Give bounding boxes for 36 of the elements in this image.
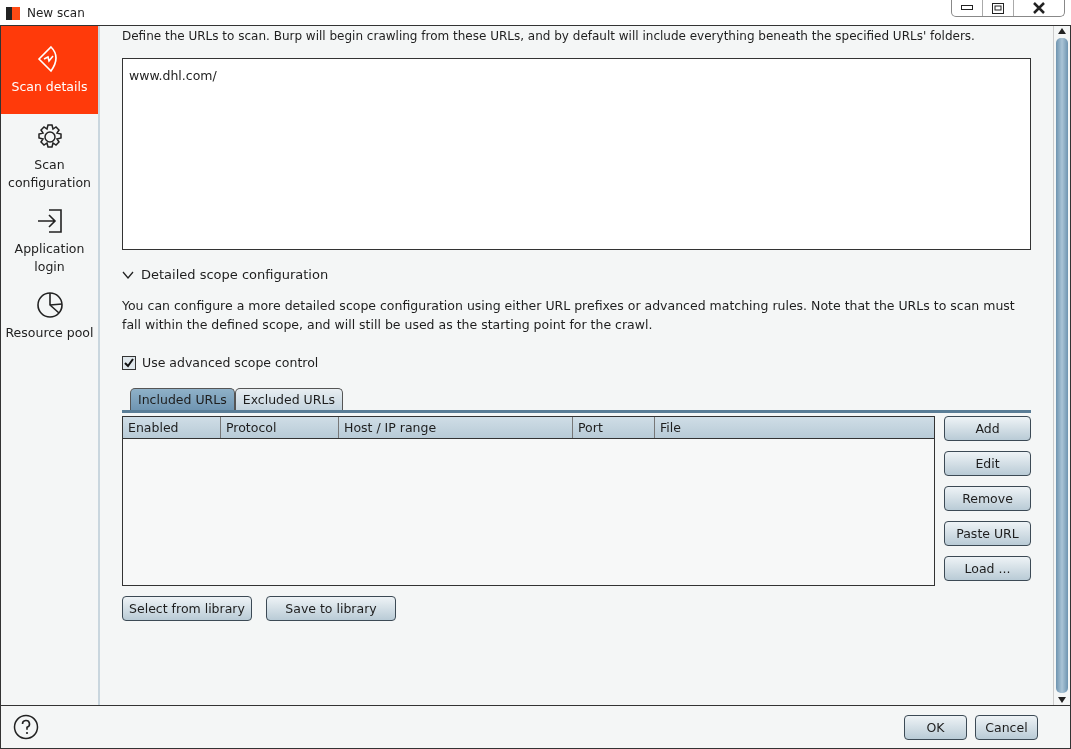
library-button[interactable]: Select from library [122, 596, 252, 621]
intro-text: Define the URLs to scan. Burp will begin crawling from these URLs, and by default will include everything beneath the specified URLs' folders. [122, 28, 976, 44]
window-title: New scan [27, 5, 85, 20]
pie-chart-icon [34, 290, 65, 320]
sidebar-item[interactable]: Scan configuration [1, 114, 98, 198]
column-header[interactable]: Protocol [221, 417, 339, 438]
checkbox[interactable] [122, 355, 136, 370]
chevron-icon [122, 270, 134, 279]
tab[interactable]: Excluded URLs [234, 388, 343, 410]
sidebar-item[interactable]: Resource pool [1, 282, 98, 348]
close-icon [1033, 2, 1045, 14]
library-button[interactable]: Save to library [266, 596, 396, 621]
action-button[interactable]: Load ... [944, 556, 1031, 581]
sidebar-item[interactable]: Application login [1, 198, 98, 282]
column-header[interactable]: Enabled [123, 417, 221, 438]
dialog-button[interactable]: Cancel [975, 714, 1038, 740]
scroll-down-icon[interactable] [1057, 695, 1067, 705]
urls-input-field[interactable]: www.dhl.com/ [122, 58, 1031, 250]
action-button[interactable]: Remove [944, 486, 1031, 511]
scope-section-toggle[interactable]: Detailed scope configuration [122, 267, 1031, 282]
checkbox-label: Use advanced scope control [142, 355, 319, 370]
dialog-button[interactable]: OK [904, 714, 967, 740]
sidebar-item[interactable]: Scan details [1, 26, 98, 114]
action-button[interactable]: Edit [944, 451, 1031, 476]
action-button[interactable]: Add [944, 416, 1031, 441]
action-button[interactable]: Paste URL [944, 521, 1031, 546]
column-header[interactable]: File [655, 417, 934, 438]
column-header[interactable]: Port [573, 417, 655, 438]
scrollbar-thumb[interactable] [1056, 38, 1068, 693]
maximize-icon [992, 2, 1004, 14]
minimize-icon [961, 5, 973, 11]
scope-description: You can configure a more detailed scope configuration using either URL prefixes or advanced matching rules. Note that the URLs to scan must fall within the defined scope, and will still be used as the starting point for the crawl. [122, 297, 1016, 334]
help-icon[interactable] [13, 714, 39, 740]
app-logo-icon [5, 4, 21, 21]
column-header[interactable]: Host / IP range [339, 417, 573, 438]
tab[interactable]: Included URLs [130, 388, 235, 410]
